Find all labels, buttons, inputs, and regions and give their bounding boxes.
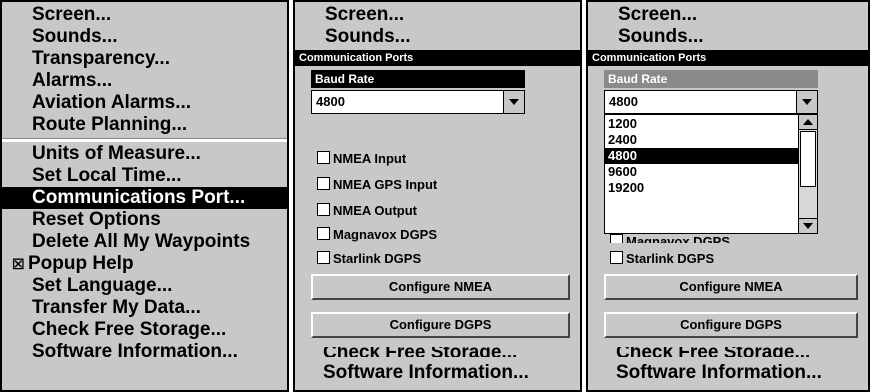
popup-help-checkbox[interactable]: ☒: [12, 253, 25, 275]
checkbox-icon[interactable]: [317, 203, 330, 216]
configure-nmea-button[interactable]: Configure NMEA: [311, 274, 570, 300]
menu-item-sounds[interactable]: Sounds...: [295, 26, 580, 48]
menu-item-screen[interactable]: Screen...: [588, 4, 868, 26]
menu-item-check-free-storage[interactable]: Check Free Storage...: [2, 319, 287, 341]
listbox-scrollbar[interactable]: [798, 115, 817, 233]
baud-rate-label: Baud Rate: [604, 70, 818, 88]
checkbox-magnavox-dgps[interactable]: Magnavox DGPS: [610, 234, 730, 243]
baud-option-2400[interactable]: 2400: [605, 132, 798, 148]
menu-item-screen[interactable]: Screen...: [295, 4, 580, 26]
menu-item-alarms[interactable]: Alarms...: [2, 70, 287, 92]
baud-rate-listbox[interactable]: 1200 2400 4800 9600 19200: [604, 114, 818, 234]
communication-ports-panel: Screen... Sounds... Communication Ports …: [293, 0, 582, 392]
baud-rate-dropdown[interactable]: 4800: [311, 90, 525, 114]
menu-item-transfer-data[interactable]: Transfer My Data...: [2, 297, 287, 319]
dialog-title: Communication Ports: [588, 50, 868, 66]
chevron-down-icon[interactable]: [503, 91, 524, 113]
menu-item-software-information[interactable]: Software Information...: [588, 362, 868, 384]
baud-option-4800[interactable]: 4800: [605, 148, 798, 164]
chevron-down-icon[interactable]: [796, 91, 817, 113]
menu-item-route-planning[interactable]: Route Planning...: [2, 114, 287, 136]
configure-nmea-button[interactable]: Configure NMEA: [604, 274, 858, 300]
menu-item-transparency[interactable]: Transparency...: [2, 48, 287, 70]
menu-item-software-information[interactable]: Software Information...: [295, 362, 580, 384]
dialog-body: Baud Rate 4800 1200 2400 4800 9600 19200…: [588, 66, 868, 346]
baud-rate-label: Baud Rate: [311, 70, 525, 88]
baud-option-1200[interactable]: 1200: [605, 116, 798, 132]
menu-item-check-free-storage[interactable]: Check Free Storage...: [588, 347, 868, 357]
checkbox-icon[interactable]: [610, 234, 623, 243]
checkbox-nmea-gps-input[interactable]: NMEA GPS Input: [317, 176, 437, 194]
menu-item-units-of-measure[interactable]: Units of Measure...: [2, 143, 287, 165]
baud-rate-dropdown[interactable]: 4800: [604, 90, 818, 114]
menu-item-reset-options[interactable]: Reset Options: [2, 209, 287, 231]
settings-menu-panel: Screen... Sounds... Transparency... Alar…: [0, 0, 289, 392]
checkbox-starlink-dgps[interactable]: Starlink DGPS: [317, 250, 421, 268]
checkbox-nmea-output[interactable]: NMEA Output: [317, 202, 417, 220]
checkbox-magnavox-dgps[interactable]: Magnavox DGPS: [317, 226, 437, 244]
configure-dgps-button[interactable]: Configure DGPS: [311, 312, 570, 338]
menu-item-aviation-alarms[interactable]: Aviation Alarms...: [2, 92, 287, 114]
baud-option-9600[interactable]: 9600: [605, 164, 798, 180]
dialog-body: Baud Rate 4800 NMEA Input NMEA GPS Input…: [295, 66, 580, 346]
menu-item-delete-all-waypoints[interactable]: Delete All My Waypoints: [2, 231, 287, 253]
checkbox-nmea-input[interactable]: NMEA Input: [317, 150, 406, 168]
baud-rate-value: 4800: [316, 94, 345, 109]
checkbox-icon[interactable]: [317, 251, 330, 264]
scroll-down-icon[interactable]: [799, 218, 817, 233]
menu-item-set-language[interactable]: Set Language...: [2, 275, 287, 297]
baud-rate-open-panel: Screen... Sounds... Communication Ports …: [586, 0, 870, 392]
menu-item-sounds[interactable]: Sounds...: [588, 26, 868, 48]
baud-rate-value: 4800: [609, 94, 638, 109]
checkbox-starlink-dgps[interactable]: Starlink DGPS: [610, 250, 714, 268]
menu-item-check-free-storage[interactable]: Check Free Storage...: [295, 347, 580, 357]
baud-option-19200[interactable]: 19200: [605, 180, 798, 196]
menu-item-popup-help[interactable]: ☒ Popup Help: [2, 253, 287, 275]
menu-item-software-information[interactable]: Software Information...: [2, 341, 287, 363]
menu-item-communications-port[interactable]: Communications Port...: [2, 187, 287, 209]
checkbox-icon[interactable]: [317, 177, 330, 190]
menu-item-sounds[interactable]: Sounds...: [2, 26, 287, 48]
checkbox-icon[interactable]: [317, 227, 330, 240]
scroll-up-icon[interactable]: [799, 115, 817, 130]
checkbox-icon[interactable]: [610, 251, 623, 264]
dialog-title: Communication Ports: [295, 50, 580, 66]
menu-item-set-local-time[interactable]: Set Local Time...: [2, 165, 287, 187]
checkbox-icon[interactable]: [317, 151, 330, 164]
menu-item-screen[interactable]: Screen...: [2, 4, 287, 26]
scroll-thumb[interactable]: [800, 131, 816, 187]
menu-separator: [2, 138, 287, 142]
configure-dgps-button[interactable]: Configure DGPS: [604, 312, 858, 338]
